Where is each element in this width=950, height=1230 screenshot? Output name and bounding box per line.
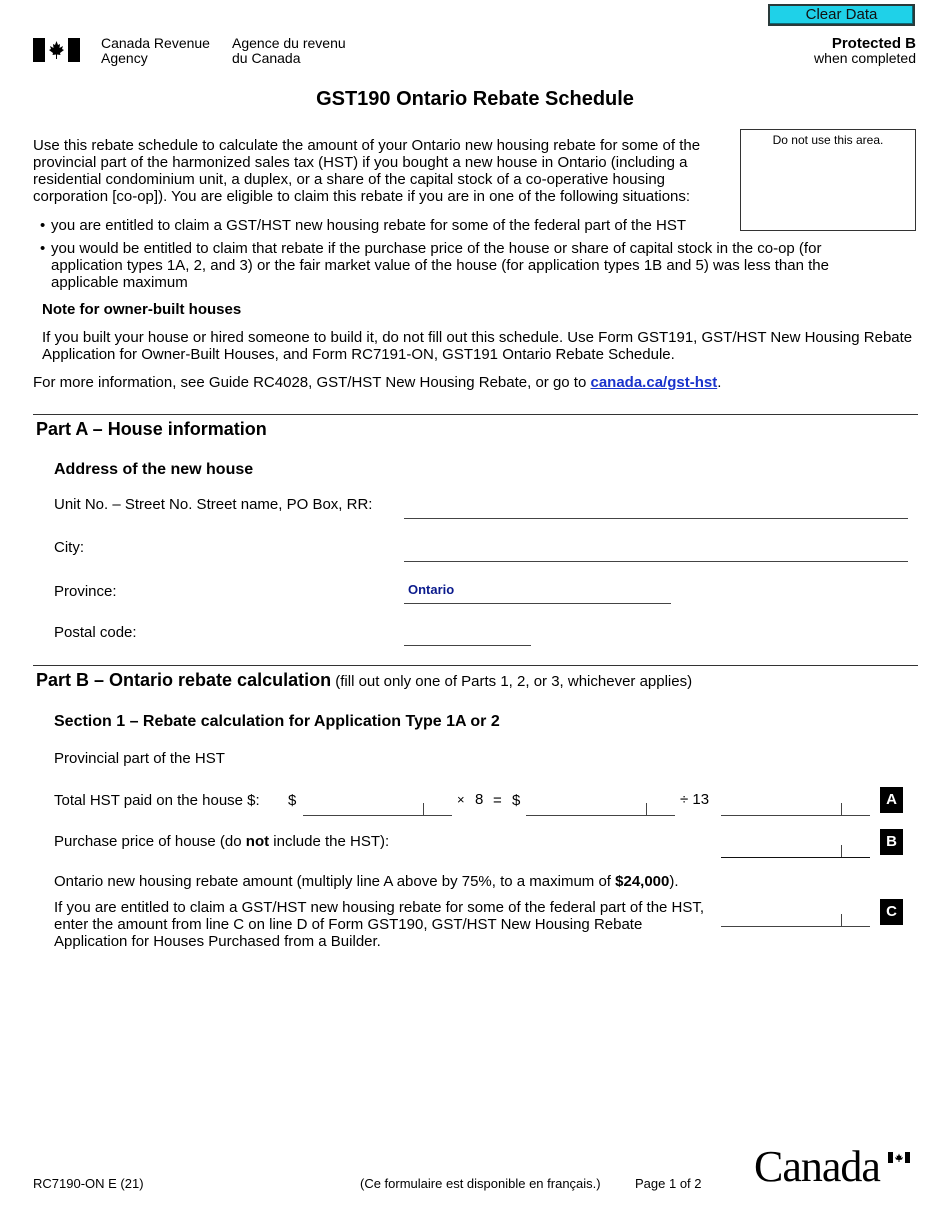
divide-by-13: ÷ 13 [680, 791, 710, 808]
intro-paragraph: Use this rebate schedule to calculate th… [33, 137, 701, 205]
street-label: Unit No. – Street No. Street name, PO Bo… [54, 496, 373, 513]
dollar-sign: $ [288, 792, 297, 809]
page-title: GST190 Ontario Rebate Schedule [316, 88, 634, 110]
times-result-input[interactable] [526, 795, 675, 816]
dollar-sign: $ [512, 792, 521, 809]
cents-divider [841, 845, 842, 857]
bullet-text: you are entitled to claim a GST/HST new … [51, 217, 687, 234]
purchase-price-label: Purchase price of house (do not include … [54, 833, 389, 850]
line-c-input[interactable] [721, 906, 870, 927]
purchase-label-text-end: include the HST): [269, 833, 390, 850]
postal-code-label: Postal code: [54, 624, 137, 641]
line-c-text: If you are entitled to claim a GST/HST n… [54, 899, 705, 950]
bullet-item: • you would be entitled to claim that reb… [40, 240, 880, 291]
canada-wordmark-flag-icon [888, 1152, 910, 1163]
section-1-heading: Section 1 – Rebate calculation for Appli… [54, 713, 500, 730]
french-availability-note: (Ce formulaire est disponible en françai… [360, 1176, 601, 1191]
multiplier: 8 [475, 791, 484, 808]
province-value: Ontario [408, 582, 455, 597]
clear-data-button[interactable]: Clear Data [768, 4, 915, 26]
agency-name-french: Agence du revenu du Canada [232, 36, 346, 66]
line-a-label: A [880, 787, 903, 813]
line-c-label: C [880, 899, 903, 925]
section-divider [33, 665, 918, 666]
line-b-label: B [880, 829, 903, 855]
canada-wordmark: Canada [754, 1142, 881, 1191]
times-sign: × [457, 792, 465, 807]
address-heading: Address of the new house [54, 461, 254, 478]
postal-code-input[interactable] [404, 626, 531, 646]
city-label: City: [54, 539, 84, 556]
line-a-input[interactable] [721, 795, 870, 816]
gst-hst-link[interactable]: canada.ca/gst-hst [590, 374, 717, 391]
cents-divider [646, 803, 647, 815]
cents-divider [841, 803, 842, 815]
purchase-label-text: Purchase price of house (do [54, 833, 246, 850]
bullet-item: • you are entitled to claim a GST/HST new… [40, 217, 686, 234]
agency-en-line2: Agency [101, 50, 148, 66]
agency-fr-line2: du Canada [232, 50, 301, 66]
line-b-input[interactable] [721, 837, 870, 858]
protected-b: Protected B [831, 35, 916, 52]
rebate-text: Ontario new housing rebate amount (multi… [54, 873, 616, 890]
note-heading: Note for owner-built houses [42, 301, 242, 318]
more-info: For more information, see Guide RC4028, … [33, 374, 721, 391]
bullet-icon: • [40, 240, 46, 257]
protected-label: Protected B when completed [814, 36, 916, 66]
do-not-use-area: Do not use this area. [740, 129, 916, 231]
total-hst-input[interactable] [303, 795, 452, 816]
part-a-heading: Part A – House information [36, 419, 267, 439]
page-number: Page 1 of 2 [635, 1176, 702, 1191]
part-b-title: Part B – Ontario rebate calculation [36, 670, 332, 690]
bullet-icon: • [40, 217, 46, 234]
cents-divider [423, 803, 424, 815]
agency-en-line1: Canada Revenue [101, 35, 210, 51]
protected-sub: when completed [814, 50, 916, 66]
provincial-part-label: Provincial part of the HST [54, 750, 225, 767]
part-b-heading: Part B – Ontario rebate calculation (fil… [36, 670, 692, 691]
rebate-max: $24,000 [615, 873, 670, 890]
part-b-subtitle: (fill out only one of Parts 1, 2, or 3, … [331, 673, 693, 690]
bullet-text: you would be entitled to claim that reba… [51, 240, 829, 291]
more-info-text: For more information, see Guide RC4028, … [33, 374, 591, 391]
agency-fr-line1: Agence du revenu [232, 35, 346, 51]
purchase-label-bold: not [245, 833, 270, 850]
note-text: If you built your house or hired someone… [42, 329, 913, 363]
form-code: RC7190-ON E (21) [33, 1176, 144, 1191]
rebate-text-end: ). [669, 873, 679, 890]
canada-flag-icon [33, 38, 80, 62]
cents-divider [841, 914, 842, 926]
section-divider [33, 414, 918, 415]
rebate-amount-label: Ontario new housing rebate amount (multi… [54, 873, 679, 890]
city-input[interactable] [404, 542, 908, 562]
province-label: Province: [54, 583, 117, 600]
more-info-period: . [717, 374, 722, 391]
equals-sign: = [493, 792, 502, 809]
street-input[interactable] [404, 499, 908, 519]
agency-name-english: Canada Revenue Agency [101, 36, 210, 66]
total-hst-label: Total HST paid on the house $: [54, 792, 260, 809]
